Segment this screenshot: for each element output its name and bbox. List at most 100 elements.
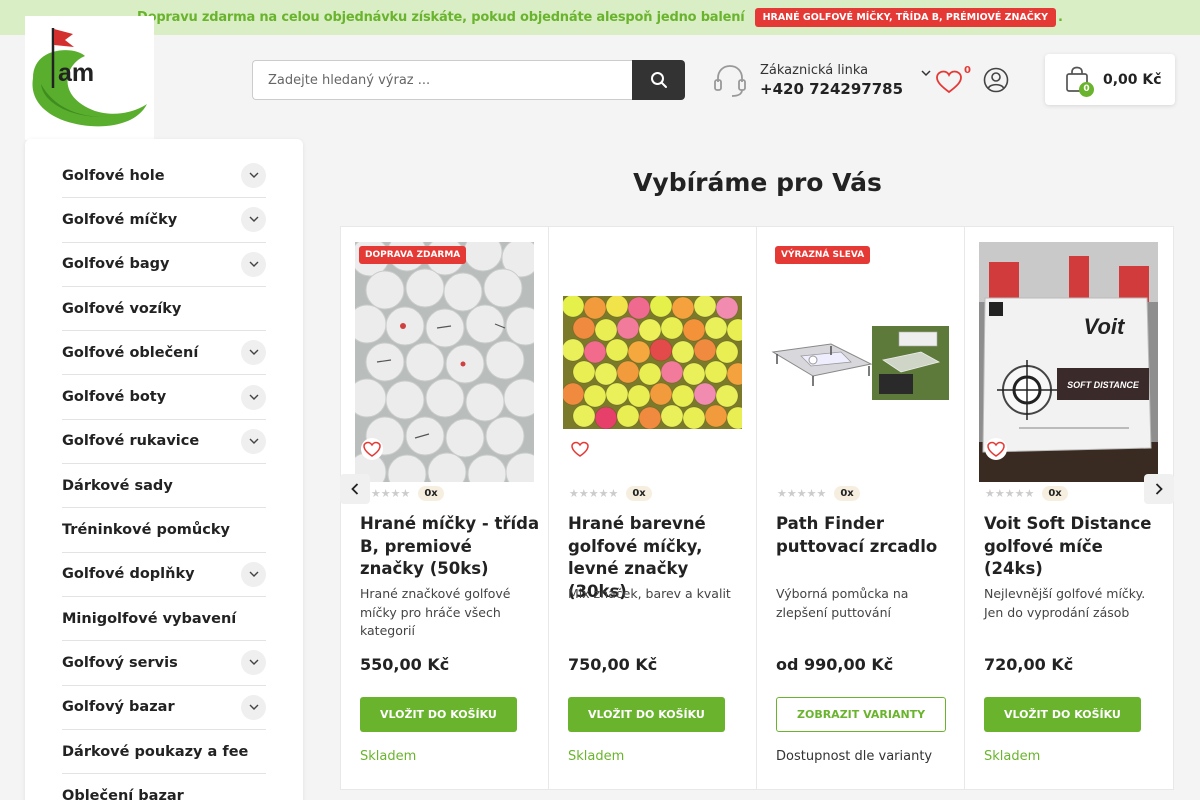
chevron-down-icon (249, 438, 258, 444)
sidebar-item-darkove-poukazy[interactable]: Dárkové poukazy a fee (62, 730, 266, 775)
sidebar-item-label: Dárkové poukazy a fee (62, 743, 249, 760)
product-rating[interactable]: ★★★★★ 0x (985, 486, 1068, 501)
section-title: Vybíráme pro Vás (633, 168, 882, 197)
sidebar-item-golfove-rukavice[interactable]: Golfové rukavice (62, 420, 266, 465)
sidebar-item-golfovy-bazar[interactable]: Golfový bazar (62, 686, 266, 730)
product-description: Výborná pomůcka na zlepšení puttování (776, 586, 909, 620)
sidebar-item-golfove-micky[interactable]: Golfové míčky (62, 198, 266, 243)
product-card[interactable]: VÝRAZNÁ SLEVA ★★★★★ 0x Path Finder putto… (757, 227, 965, 789)
add-to-cart-button[interactable]: VLOŽIT DO KOŠÍKU (568, 697, 725, 732)
product-badge: VÝRAZNÁ SLEVA (775, 246, 871, 264)
add-to-cart-button[interactable]: VLOŽIT DO KOŠÍKU (360, 697, 517, 732)
site-logo[interactable]: am GOLF (25, 16, 154, 140)
wishlist-button[interactable]: 0 (936, 65, 971, 96)
chevron-down-icon (249, 216, 258, 223)
cart-button[interactable]: 0 0,00 Kč (1045, 54, 1175, 105)
sidebar-item-label: Golfové míčky (62, 211, 178, 228)
sidebar-item-golfove-bagy[interactable]: Golfové bagy (62, 243, 266, 287)
sidebar-item-golfove-boty[interactable]: Golfové boty (62, 375, 266, 420)
search-input[interactable] (252, 60, 632, 100)
sidebar-item-label: Golfové bagy (62, 256, 170, 273)
headset-icon (714, 65, 746, 97)
sidebar-item-darkove-sady[interactable]: Dárkové sady (62, 464, 266, 509)
heart-icon[interactable] (360, 438, 384, 460)
putting-mirror-image (771, 326, 949, 400)
chevron-down-icon[interactable] (921, 69, 931, 77)
product-name[interactable]: Voit Soft Distance golfové míče (24ks) (984, 513, 1164, 581)
sidebar-item-label: Tréninkové pomůcky (62, 522, 230, 539)
star-rating-icon: ★★★★★ (985, 487, 1035, 500)
sidebar-item-label: Golfový bazar (62, 699, 175, 716)
sidebar-item-label: Oblečení bazar (62, 787, 184, 800)
expand-toggle[interactable] (241, 251, 266, 277)
user-icon (983, 67, 1009, 93)
expand-toggle[interactable] (241, 428, 266, 454)
expand-toggle[interactable] (241, 650, 266, 676)
product-name[interactable]: Hrané míčky - třída B, premiové značky (… (360, 513, 540, 581)
stock-status: Skladem (984, 749, 1041, 764)
product-price: od 990,00 Kč (776, 655, 894, 674)
support-phone[interactable]: +420 724297785 (760, 80, 903, 98)
support-label: Zákaznická linka (760, 62, 869, 78)
rating-count: 0x (418, 486, 444, 501)
chevron-left-icon (351, 483, 359, 495)
product-name[interactable]: Path Finder puttovací zrcadlo (776, 513, 956, 558)
expand-toggle[interactable] (241, 163, 266, 189)
product-rating[interactable]: ★★★★★ 0x (777, 486, 860, 501)
product-rating[interactable]: ★★★★★ 0x (569, 486, 652, 501)
promo-banner: Dopravu zdarma na celou objednávku získá… (0, 0, 1200, 35)
sidebar-item-golfovy-servis[interactable]: Golfový servis (62, 641, 266, 686)
product-card[interactable]: ★★★★★ 0x Hrané barevné golfové míčky, le… (549, 227, 757, 789)
voit-brand-text: Voit (1084, 314, 1126, 339)
sidebar-item-golfove-doplnky[interactable]: Golfové doplňky (62, 553, 266, 597)
sidebar-item-golfove-hole[interactable]: Golfové hole (62, 154, 266, 199)
search-button[interactable] (632, 60, 685, 100)
sidebar-item-golfove-obleceni[interactable]: Golfové oblečení (62, 331, 266, 376)
sidebar-item-label: Golfové vozíky (62, 300, 182, 317)
heart-icon (936, 70, 962, 94)
account-button[interactable] (983, 67, 1009, 97)
promo-suffix: . (1058, 10, 1063, 25)
stock-status: Dostupnost dle varianty (776, 749, 933, 764)
chevron-down-icon (249, 571, 258, 577)
chevron-down-icon (249, 172, 258, 179)
search-bar (252, 60, 685, 100)
expand-toggle[interactable] (241, 207, 266, 233)
sidebar-item-label: Golfový servis (62, 654, 178, 671)
expand-toggle[interactable] (241, 384, 266, 410)
logo-graphic: am GOLF (32, 28, 148, 127)
sidebar-item-treninkove-pomucky[interactable]: Tréninkové pomůcky (62, 508, 266, 553)
promo-text: Dopravu zdarma na celou objednávku získá… (137, 10, 745, 25)
chevron-down-icon (249, 659, 258, 666)
sidebar-item-label: Minigolfové vybavení (62, 610, 237, 627)
expand-toggle[interactable] (241, 561, 266, 587)
product-card[interactable]: Voit SOFT DISTANCE ★★★★★ 0x Voit Soft Di… (965, 227, 1173, 789)
category-sidebar: Golfové hole Golfové míčky Golfové bagy … (25, 139, 303, 800)
product-image[interactable] (771, 242, 950, 482)
sidebar-item-golfove-voziky[interactable]: Golfové vozíky (62, 287, 266, 332)
product-price: 550,00 Kč (360, 655, 450, 674)
add-to-cart-button[interactable]: VLOŽIT DO KOŠÍKU (984, 697, 1141, 732)
sidebar-item-label: Golfové oblečení (62, 344, 199, 361)
promo-badge[interactable]: HRANÉ GOLFOVÉ MÍČKY, TŘÍDA B, PRÉMIOVÉ Z… (754, 8, 1057, 27)
expand-toggle[interactable] (241, 340, 266, 366)
carousel-next-button[interactable] (1144, 474, 1174, 504)
chevron-down-icon (249, 704, 258, 710)
expand-toggle[interactable] (241, 694, 266, 720)
product-card[interactable]: DOPRAVA ZDARMA ★★★★★ 0x Hrané míčky - tř… (341, 227, 549, 789)
golf-balls-colored-image (563, 295, 742, 429)
carousel-prev-button[interactable] (340, 474, 370, 504)
customer-support[interactable]: Zákaznická linka +420 724297785 (712, 60, 931, 100)
chevron-right-icon (1155, 483, 1163, 495)
star-rating-icon: ★★★★★ (569, 487, 619, 500)
sidebar-item-minigolfove-vybaveni[interactable]: Minigolfové vybavení (62, 597, 266, 642)
heart-icon[interactable] (984, 438, 1008, 460)
sidebar-item-obleceni-bazar[interactable]: Oblečení bazar (62, 774, 266, 800)
chevron-down-icon (249, 394, 258, 400)
rating-count: 0x (834, 486, 860, 501)
show-variants-button[interactable]: ZOBRAZIT VARIANTY (776, 697, 947, 732)
cart-total: 0,00 Kč (1103, 71, 1162, 88)
product-rating[interactable]: ★★★★★ 0x (361, 486, 444, 501)
sidebar-item-label: Golfové rukavice (62, 433, 200, 450)
heart-icon[interactable] (568, 438, 592, 460)
